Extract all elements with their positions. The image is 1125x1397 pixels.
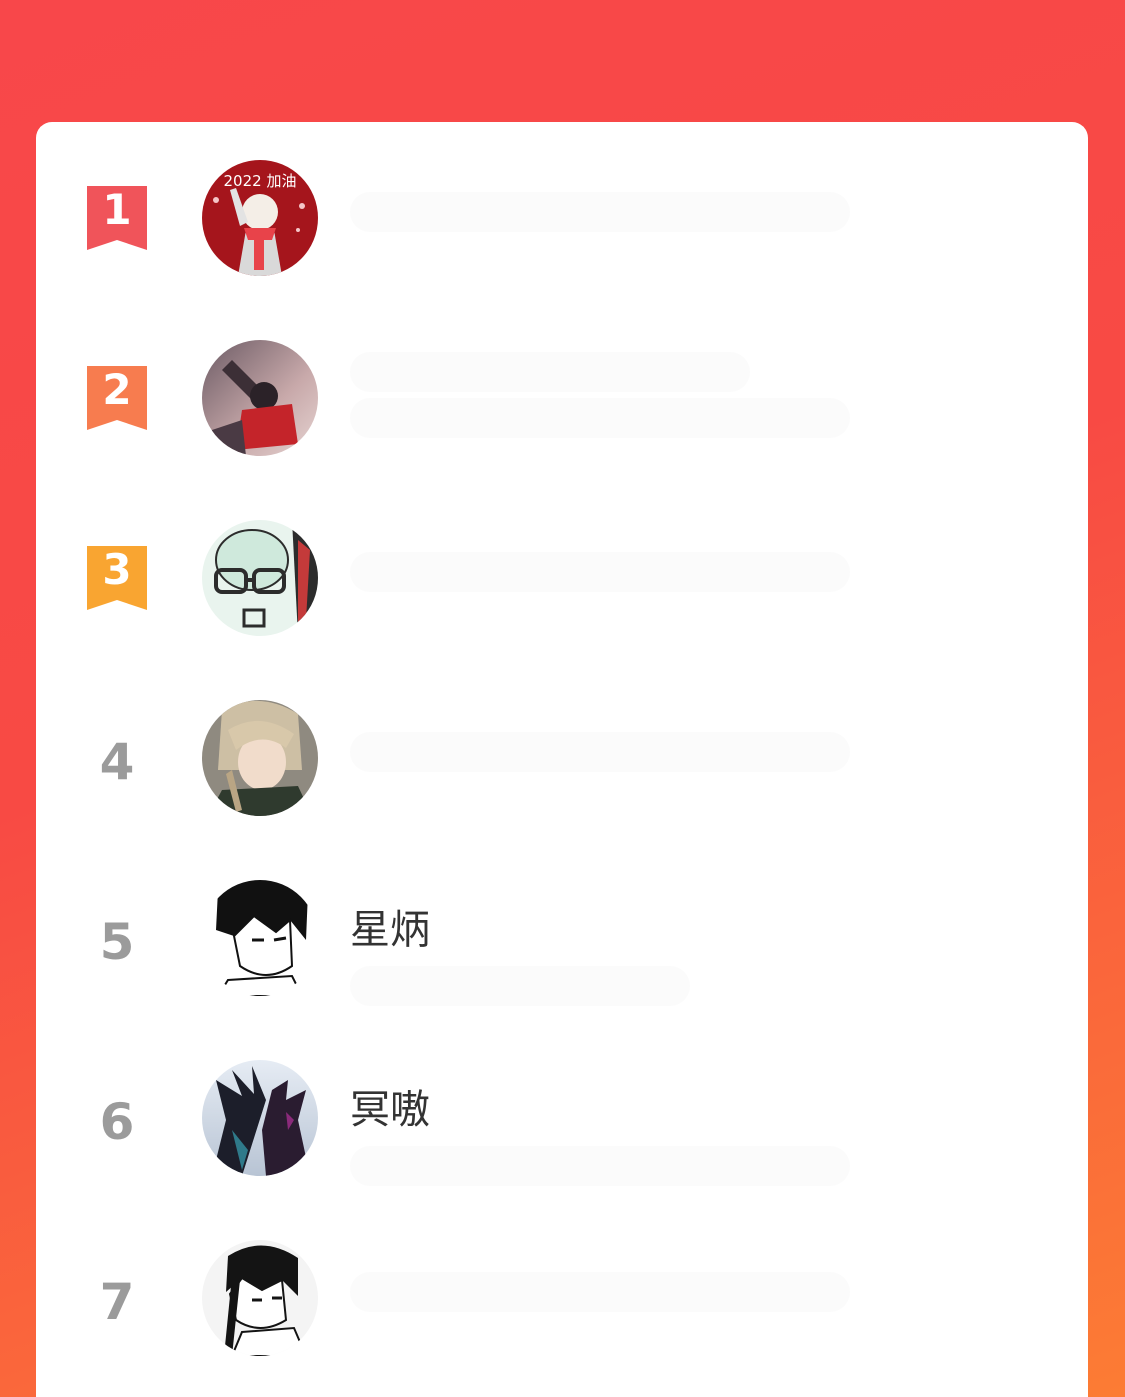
list-item[interactable]: 6 冥嗷: [36, 1022, 1088, 1202]
list-item[interactable]: 3: [36, 482, 1088, 662]
rank-number: 5: [99, 913, 135, 971]
list-item[interactable]: 5 星炳: [36, 842, 1088, 1022]
avatar-anime-red-icon: [202, 340, 318, 456]
user-name[interactable]: 冥嗷: [350, 1082, 430, 1138]
list-item[interactable]: 1 2022 加油: [36, 122, 1088, 302]
avatar[interactable]: [202, 880, 318, 996]
avatar-caption: 2022 加油: [224, 172, 297, 190]
blurred-name-placeholder: [350, 352, 750, 392]
avatar[interactable]: [202, 1060, 318, 1176]
ranking-card: 1 2022 加油 2 3 4 5 星炳 6 冥嗷 7: [36, 122, 1088, 1397]
avatar[interactable]: [202, 700, 318, 816]
blurred-name-placeholder: [350, 1272, 850, 1312]
avatar[interactable]: [202, 1240, 318, 1356]
avatar-dark-creature-icon: [202, 1060, 318, 1176]
list-item[interactable]: 4: [36, 662, 1088, 842]
avatar-manga-boy-icon: [202, 880, 318, 996]
blurred-name-placeholder: [350, 192, 850, 232]
list-item[interactable]: 7: [36, 1202, 1088, 1382]
rank-number: 7: [99, 1273, 135, 1331]
blurred-info-placeholder: [350, 966, 690, 1006]
avatar[interactable]: 2022 加油: [202, 160, 318, 276]
rank-number: 1: [102, 185, 132, 234]
rank-number: 3: [102, 545, 132, 594]
avatar-2022-jiayou-icon: 2022 加油: [202, 160, 318, 276]
blurred-info-placeholder: [350, 1146, 850, 1186]
user-name[interactable]: 星炳: [350, 902, 430, 958]
blurred-info-placeholder: [350, 398, 850, 438]
avatar-manga-swordsman-icon: [202, 1240, 318, 1356]
rank-number: 2: [102, 365, 132, 414]
avatar[interactable]: [202, 340, 318, 456]
blurred-name-placeholder: [350, 552, 850, 592]
blurred-name-placeholder: [350, 732, 850, 772]
avatar-glasses-doodle-icon: [202, 520, 318, 636]
rank-number: 4: [99, 733, 135, 791]
avatar-anime-blond-icon: [202, 700, 318, 816]
list-item[interactable]: 2: [36, 302, 1088, 482]
ranking-page: 1 2022 加油 2 3 4 5 星炳 6 冥嗷 7: [0, 0, 1125, 1397]
rank-number: 6: [99, 1093, 135, 1151]
avatar[interactable]: [202, 520, 318, 636]
